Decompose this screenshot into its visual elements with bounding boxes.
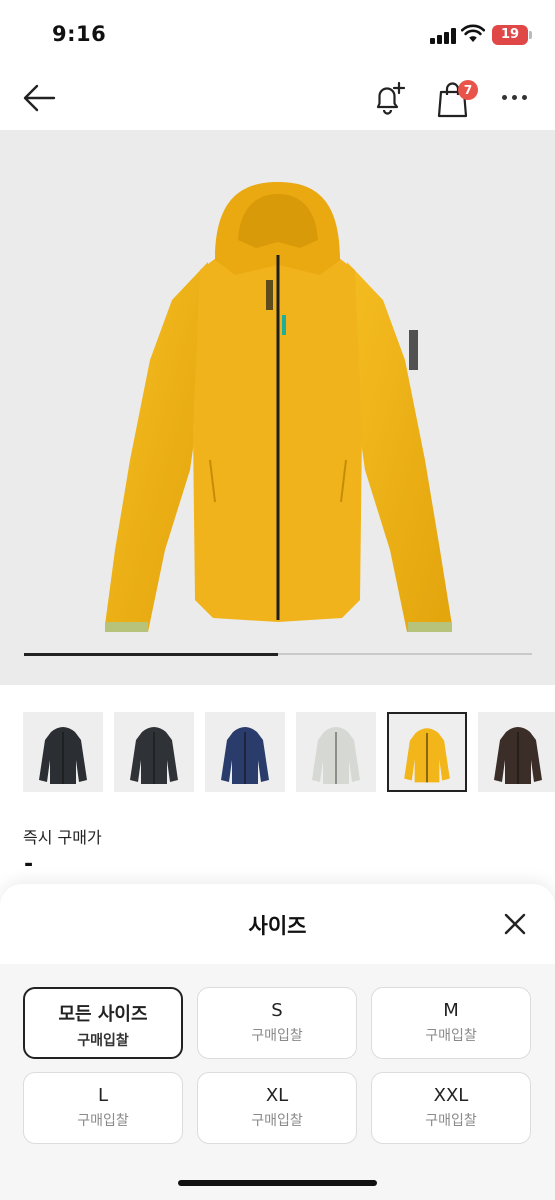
jacket-thumbnail-image: [130, 727, 178, 784]
thumbnail-light-gray[interactable]: [296, 712, 376, 792]
size-bid-label: 구매입찰: [251, 1113, 303, 1129]
cart-count-badge: 7: [458, 80, 478, 100]
size-bid-label: 구매입찰: [77, 1113, 129, 1129]
thumbnail-brown[interactable]: [478, 712, 555, 792]
notification-bell-add-icon[interactable]: [373, 80, 407, 116]
jacket-thumbnail-image: [494, 727, 542, 784]
cellular-signal-icon: [430, 28, 456, 44]
size-bid-label: 구매입찰: [251, 1028, 303, 1044]
size-option-s[interactable]: S 구매입찰: [197, 987, 357, 1059]
status-bar: 9:16 19: [0, 0, 555, 68]
back-arrow-icon[interactable]: [22, 82, 56, 114]
gallery-progress-fill: [24, 652, 278, 656]
gallery-progress-track: [24, 652, 532, 656]
size-option-m[interactable]: M 구매입찰: [371, 987, 531, 1059]
size-name: XL: [265, 1085, 289, 1106]
thumbnail-navy[interactable]: [205, 712, 285, 792]
yellow-hooded-jacket-image: [105, 182, 452, 632]
size-option-l[interactable]: L 구매입찰: [23, 1072, 183, 1144]
size-option-xxl[interactable]: XXL 구매입찰: [371, 1072, 531, 1144]
home-indicator: [178, 1180, 377, 1186]
battery-level: 19: [492, 25, 528, 45]
color-thumbnails: [0, 708, 555, 792]
size-options-grid: 모든 사이즈 구매입찰 S 구매입찰 M 구매입찰 L 구매입찰 XL 구매입찰…: [0, 964, 555, 1200]
size-name: 모든 사이즈: [58, 1004, 148, 1025]
size-bid-label: 구매입찰: [77, 1033, 129, 1049]
size-option-all[interactable]: 모든 사이즈 구매입찰: [23, 987, 183, 1059]
jacket-thumbnail-image: [404, 728, 450, 783]
status-time: 9:16: [52, 22, 107, 46]
product-image-gallery[interactable]: [0, 130, 555, 685]
size-bid-label: 구매입찰: [425, 1028, 477, 1044]
top-nav: 7: [0, 68, 555, 130]
thumbnail-yellow-selected[interactable]: [387, 712, 467, 792]
close-icon[interactable]: [502, 911, 528, 937]
size-name: L: [97, 1085, 109, 1106]
battery-tip: [529, 31, 532, 39]
size-bid-label: 구매입찰: [425, 1113, 477, 1129]
jacket-thumbnail-image: [221, 727, 269, 784]
instant-buy-price-label: 즉시 구매가: [23, 828, 102, 847]
thumbnail-black-1[interactable]: [23, 712, 103, 792]
jacket-thumbnail-image: [39, 727, 87, 784]
thumbnail-black-2[interactable]: [114, 712, 194, 792]
size-bottom-sheet: 사이즈 모든 사이즈 구매입찰 S 구매입찰 M 구매입찰 L 구매입찰 XL …: [0, 884, 555, 1200]
instant-buy-price-value: -: [24, 852, 34, 877]
size-name: XXL: [433, 1085, 469, 1106]
sheet-title: 사이즈: [248, 914, 307, 938]
jacket-thumbnail-image: [312, 727, 360, 784]
size-option-xl[interactable]: XL 구매입찰: [197, 1072, 357, 1144]
size-name: M: [443, 1000, 459, 1021]
size-name: S: [271, 1000, 283, 1021]
more-options-icon[interactable]: [502, 95, 528, 101]
wifi-icon: [461, 24, 485, 42]
